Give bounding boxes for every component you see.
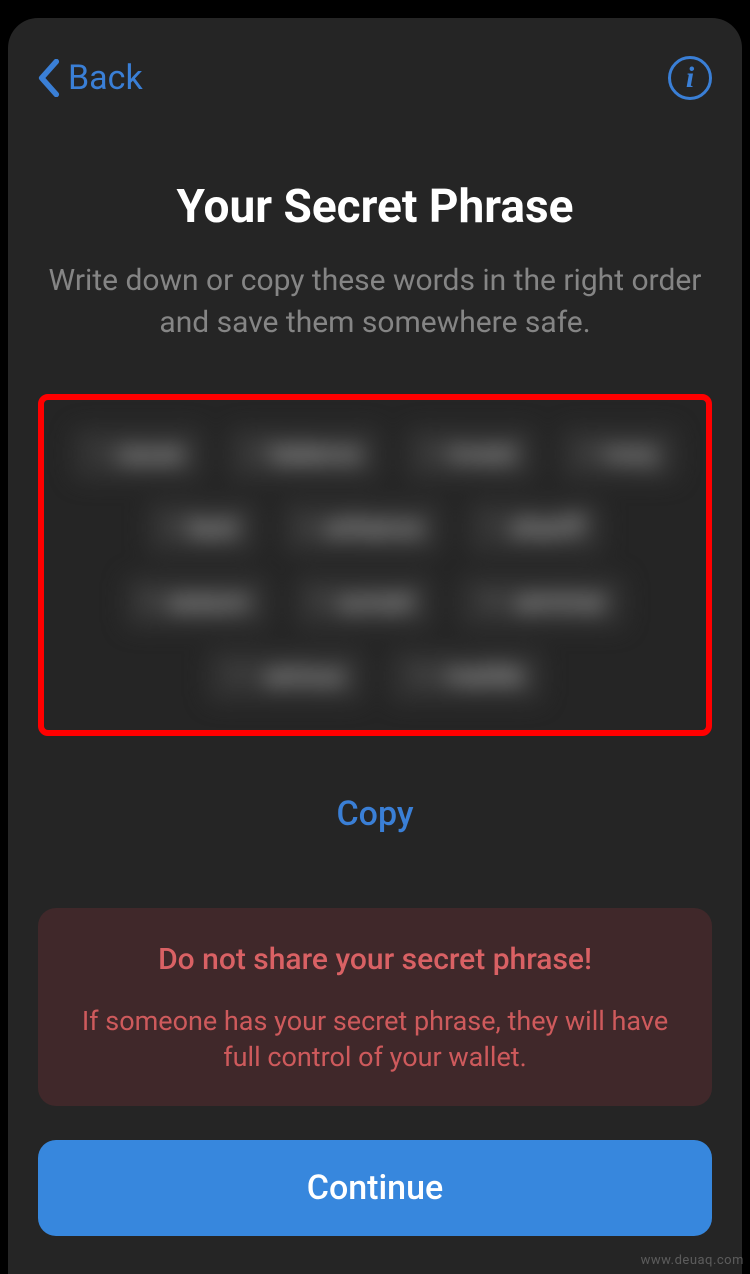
info-button[interactable]: i — [668, 56, 712, 100]
warning-text: If someone has your secret phrase, they … — [66, 1003, 684, 1076]
phrase-chip[interactable]: 5 best — [147, 502, 258, 554]
phrase-chip-word: ivory — [603, 439, 658, 469]
phrase-chip-word: invest — [448, 439, 517, 469]
phrase-chip-index: 2 — [248, 442, 260, 467]
continue-button[interactable]: Continue — [38, 1140, 712, 1236]
phrase-chip-index: 11 — [226, 664, 251, 689]
header-bar: Back i — [38, 48, 712, 108]
phrase-chip-word: enhance — [325, 513, 423, 543]
phrase-chip-index: 3 — [425, 442, 437, 467]
phrase-chip-word: shariff — [509, 513, 584, 543]
phrase-chip[interactable]: 1 cause — [73, 428, 203, 480]
secret-phrase-box: 1 cause 2 balance 3 invest 4 ivory 5 best 6 enhance… — [38, 394, 712, 736]
phrase-chip[interactable]: 10 seminar — [459, 576, 625, 628]
phrase-chip[interactable]: 12 marble — [390, 650, 543, 702]
back-button[interactable]: Back — [38, 58, 143, 98]
phrase-chip-index: 10 — [478, 590, 503, 615]
page-title: Your Secret Phrase — [38, 180, 712, 234]
phrase-chip-index: 8 — [144, 590, 156, 615]
phrase-chip[interactable]: 4 ivory — [561, 428, 676, 480]
phrase-chip-index: 12 — [409, 664, 434, 689]
copy-button[interactable]: Copy — [38, 794, 712, 834]
phrase-chip[interactable]: 8 season — [125, 576, 269, 628]
phrase-chip-word: sunset — [336, 587, 414, 617]
page-subtitle: Write down or copy these words in the ri… — [38, 260, 712, 344]
phrase-chip-index: 9 — [314, 590, 326, 615]
modal-sheet: Back i Your Secret Phrase Write down or … — [8, 18, 742, 1274]
watermark: www.deuaq.com — [641, 1253, 744, 1268]
phrase-chip-index: 1 — [92, 442, 104, 467]
phrase-chip-word: best — [188, 513, 238, 543]
phrase-chip[interactable]: 9 sunset — [295, 576, 433, 628]
phrase-chip-word: balance — [270, 439, 361, 469]
phrase-chip-index: 6 — [302, 516, 314, 541]
warning-title: Do not share your secret phrase! — [66, 942, 684, 977]
phrase-chip[interactable]: 6 enhance — [283, 502, 442, 554]
phrase-chip-word: marble — [444, 661, 524, 691]
phrase-chip-list: 1 cause 2 balance 3 invest 4 ivory 5 best 6 enhance… — [64, 428, 686, 702]
chevron-left-icon — [38, 59, 60, 97]
phrase-chip-index: 5 — [166, 516, 178, 541]
phrase-chip-word: seminar — [513, 587, 607, 617]
phrase-chip[interactable]: 11 various — [207, 650, 364, 702]
phrase-chip-word: various — [261, 661, 345, 691]
back-label: Back — [68, 58, 143, 98]
info-icon: i — [686, 61, 694, 95]
phrase-chip[interactable]: 3 invest — [406, 428, 535, 480]
phrase-chip[interactable]: 7 shariff — [468, 502, 603, 554]
phrase-chip-word: season — [166, 587, 250, 617]
phrase-chip-index: 7 — [487, 516, 499, 541]
phrase-chip[interactable]: 2 balance — [229, 428, 380, 480]
phrase-chip-word: cause — [115, 439, 184, 469]
warning-banner: Do not share your secret phrase! If some… — [38, 908, 712, 1106]
phrase-chip-index: 4 — [580, 442, 592, 467]
